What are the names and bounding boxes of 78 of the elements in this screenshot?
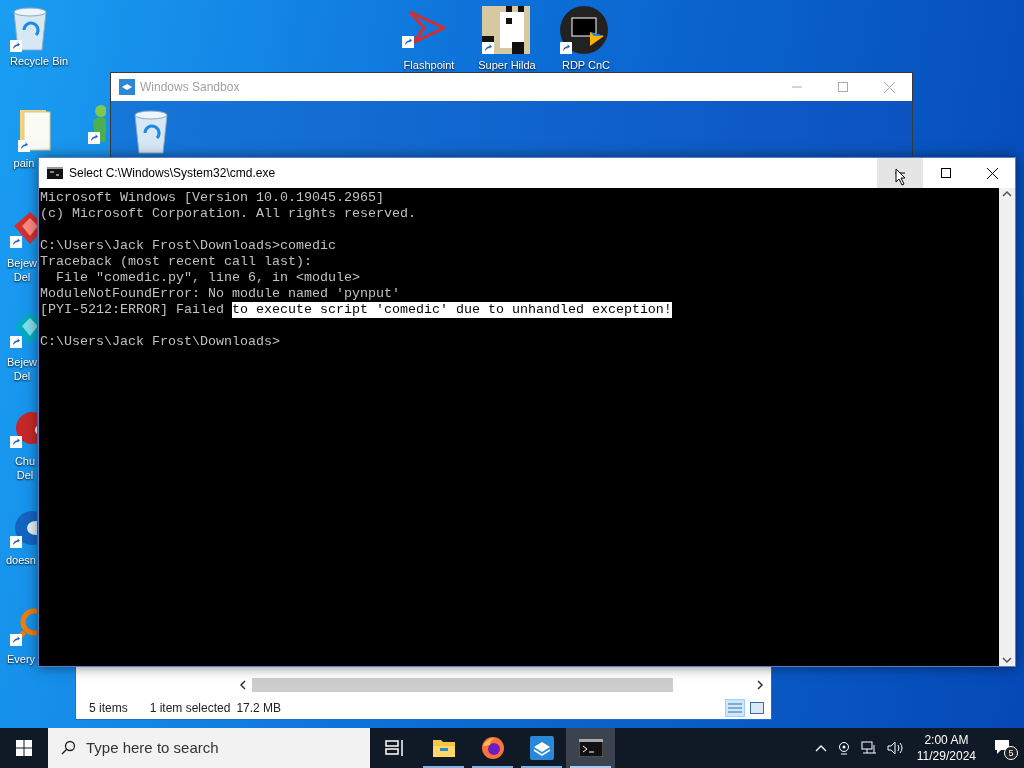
console-text: Traceback (most recent call last): — [40, 254, 312, 270]
chevron-up-icon[interactable] — [814, 744, 827, 752]
shortcut-arrow-icon — [10, 40, 22, 52]
minimize-button[interactable] — [877, 158, 923, 188]
clock[interactable]: 2:00 AM 11/29/2024 — [914, 732, 978, 764]
task-view-icon — [384, 739, 405, 757]
icon-label: Bejew Del — [6, 355, 38, 383]
icon-label: Flashpoint — [402, 58, 456, 72]
shortcut-arrow-icon — [18, 140, 30, 152]
folder-icon — [431, 738, 456, 758]
icon-label: Super Hilda — [477, 58, 537, 72]
clock-date: 11/29/2024 — [916, 748, 976, 764]
folder-icon[interactable] — [18, 108, 52, 152]
webcam-icon[interactable] — [836, 741, 851, 755]
icon-label: RDP CnC — [560, 58, 612, 72]
running-indicator — [521, 766, 562, 768]
vertical-scrollbar[interactable] — [999, 188, 1015, 666]
running-indicator — [472, 766, 513, 768]
tiles-view-button[interactable] — [747, 699, 767, 717]
window-title: Select C:\Windows\System32\cmd.exe — [69, 165, 276, 182]
running-indicator — [570, 766, 611, 768]
search-field[interactable]: Type here to search — [48, 728, 370, 768]
console-text: ModuleNotFoundError: No module named 'pynput' — [40, 286, 400, 302]
shortcut-arrow-icon — [10, 236, 22, 248]
console-text: C:\Users\Jack Frost\Downloads>comedic — [40, 238, 336, 254]
icon-label: doesn — [5, 553, 37, 567]
shortcut-arrow-icon — [10, 634, 22, 646]
close-icon — [883, 81, 895, 93]
icon-label: Recycle Bin — [8, 54, 70, 68]
pixel-art-icon[interactable] — [482, 6, 530, 54]
notification-icon[interactable] — [994, 739, 1010, 755]
scrollbar-thumb[interactable] — [252, 678, 673, 692]
console-text: Microsoft Windows [Version 10.0.19045.2965] — [40, 190, 384, 206]
mouse-pointer-icon — [895, 168, 907, 186]
shortcut-arrow-icon — [560, 42, 572, 54]
console-text: File "comedic.py", line 6, in <module> — [55, 270, 360, 286]
console-text: (c) Microsoft Corporation. All rights reserved. — [40, 206, 416, 222]
speaker-icon[interactable] — [886, 741, 905, 755]
recycle-bin-icon[interactable] — [131, 109, 171, 155]
terminal-icon — [578, 739, 603, 757]
status-text: 1 item selected — [149, 700, 231, 717]
shortcut-arrow-icon — [402, 36, 414, 48]
sandbox-icon — [529, 736, 554, 760]
scroll-down-icon[interactable] — [1002, 656, 1012, 664]
selected-text: to execute script 'comedic' due to unhandled exception! — [231, 302, 672, 318]
windows-logo-icon — [16, 740, 32, 756]
notification-badge: 5 — [1004, 746, 1018, 760]
console-text: [PYI-5212:ERROR] Failed — [40, 302, 225, 318]
console-text: C:\Users\Jack Frost\Downloads> — [40, 334, 280, 350]
person-icon[interactable] — [88, 104, 106, 144]
shortcut-arrow-icon — [10, 436, 22, 448]
taskbar-app-button[interactable] — [566, 728, 615, 768]
fox-globe-icon — [480, 736, 505, 760]
icon-label: pain — [12, 156, 36, 170]
maximize-icon — [838, 82, 848, 92]
scroll-up-icon[interactable] — [1002, 190, 1012, 198]
icon-label: Bejew Del — [6, 256, 38, 284]
shortcut-arrow-icon — [10, 536, 22, 548]
image-icon — [750, 702, 764, 714]
icon-label: Every — [5, 652, 37, 666]
clock-time: 2:00 AM — [924, 732, 969, 748]
window-title: Windows Sandbox — [140, 79, 240, 96]
shortcut-arrow-icon — [482, 42, 494, 54]
console-icon — [47, 167, 63, 179]
status-text: 17.2 MB — [236, 700, 282, 717]
search-icon — [60, 740, 76, 756]
list-icon — [728, 702, 742, 714]
search-placeholder: Type here to search — [86, 737, 219, 758]
network-icon[interactable] — [860, 741, 877, 755]
shortcut-arrow-icon — [10, 336, 22, 348]
maximize-icon — [941, 168, 951, 178]
close-icon — [986, 167, 998, 179]
recycle-bin-icon[interactable] — [10, 6, 50, 52]
status-text: 5 items — [89, 700, 128, 717]
running-indicator — [423, 766, 464, 768]
remote-desktop-icon[interactable] — [560, 6, 608, 54]
sandbox-icon — [119, 79, 135, 95]
icon-label: Chu Del — [13, 454, 37, 482]
